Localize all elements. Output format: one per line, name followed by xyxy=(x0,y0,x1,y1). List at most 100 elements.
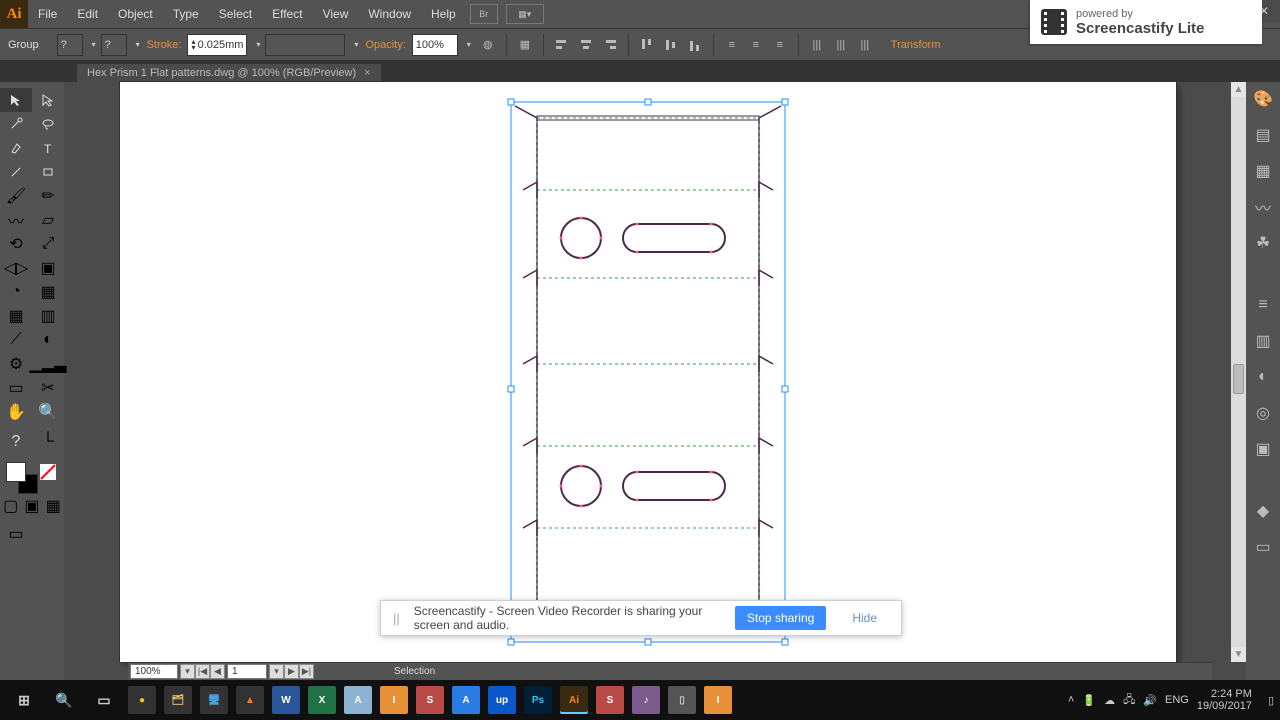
stroke-weight-menu-icon[interactable]: ▾ xyxy=(251,40,265,49)
action-center-icon[interactable]: ▯ xyxy=(1268,694,1274,707)
none-color-icon[interactable] xyxy=(40,464,56,480)
menu-help[interactable]: Help xyxy=(421,0,466,28)
arrange-docs-icon[interactable]: ▦▾ xyxy=(506,4,544,24)
appearance-panel-icon[interactable]: ◎ xyxy=(1252,402,1274,424)
taskbar-app-word[interactable]: W xyxy=(272,686,300,714)
gradient-panel-icon[interactable]: ▥ xyxy=(1252,330,1274,352)
type-tool[interactable]: T xyxy=(32,136,64,160)
dist-top-icon[interactable]: ≡ xyxy=(722,35,742,55)
brush-menu-icon[interactable]: ▾ xyxy=(349,40,363,49)
dist-vcenter-icon[interactable]: ≡ xyxy=(746,35,766,55)
eyedropper-tool[interactable]: ⟋ xyxy=(0,328,32,352)
magic-wand-tool[interactable] xyxy=(0,112,32,136)
paintbrush-tool[interactable]: 🖌 xyxy=(0,184,32,208)
tray-volume-icon[interactable]: 🔊 xyxy=(1143,694,1157,707)
taskbar-app-spotify[interactable]: S xyxy=(596,686,624,714)
tearoff-icon[interactable]: └ xyxy=(32,430,64,454)
transparency-panel-icon[interactable]: ◐ xyxy=(1252,366,1274,388)
draw-normal-icon[interactable]: ▢ xyxy=(0,494,21,518)
menu-edit[interactable]: Edit xyxy=(67,0,108,28)
screen-mode-icon[interactable]: ▭ xyxy=(0,522,32,546)
align-bottom-icon[interactable] xyxy=(685,35,705,55)
taskbar-app-photoshop[interactable]: Ps xyxy=(524,686,552,714)
tray-language[interactable]: ENG xyxy=(1165,694,1189,706)
graph-tool[interactable]: ▁▂▃ xyxy=(32,352,64,376)
dist-left-icon[interactable]: ||| xyxy=(807,35,827,55)
recolor-art-icon[interactable]: ◍ xyxy=(478,35,498,55)
blend-tool[interactable]: ◐ xyxy=(32,328,64,352)
taskbar-app-desktop[interactable]: 🖥 xyxy=(200,686,228,714)
stop-sharing-button[interactable]: Stop sharing xyxy=(735,606,826,630)
taskbar-app-inventor1[interactable]: I xyxy=(380,686,408,714)
eraser-tool[interactable]: ▱ xyxy=(32,208,64,232)
symbol-sprayer-tool[interactable]: ⚙ xyxy=(0,352,32,376)
fill-color-icon[interactable] xyxy=(6,462,26,482)
color-swatches[interactable] xyxy=(4,460,60,492)
menu-object[interactable]: Object xyxy=(108,0,163,28)
mesh-tool[interactable]: ▦ xyxy=(0,304,32,328)
zoom-level[interactable]: 100% xyxy=(130,664,178,679)
color-guide-panel-icon[interactable]: ▤ xyxy=(1252,124,1274,146)
stroke-weight-input[interactable]: ▴▾ 0.025mm xyxy=(187,34,247,56)
opacity-input[interactable]: 100% xyxy=(412,34,458,56)
rotate-tool[interactable]: ⟲ xyxy=(0,232,32,256)
gradient-tool[interactable]: ▥ xyxy=(32,304,64,328)
tab-close-icon[interactable]: × xyxy=(364,67,370,79)
line-tool[interactable] xyxy=(0,160,32,184)
pencil-tool[interactable]: ✏ xyxy=(32,184,64,208)
taskbar-app-up[interactable]: up xyxy=(488,686,516,714)
draw-behind-icon[interactable]: ▣ xyxy=(21,494,42,518)
taskbar-app-taskview[interactable]: ▭ xyxy=(84,680,124,720)
align-right-icon[interactable] xyxy=(600,35,620,55)
fill-swatch[interactable]: ? xyxy=(57,34,83,56)
free-transform-tool[interactable]: ▣ xyxy=(32,256,64,280)
direct-selection-tool[interactable] xyxy=(32,88,64,112)
canvas-area[interactable]: 100% ▾ |◀ ◀ 1 ▾ ▶ ▶| Selection xyxy=(64,82,1246,680)
scroll-up-icon[interactable]: ▲ xyxy=(1231,82,1246,97)
lasso-tool[interactable] xyxy=(32,112,64,136)
taskbar-app-explorer[interactable]: 🗂 xyxy=(164,686,192,714)
taskbar-app-illustrator[interactable]: Ai xyxy=(560,686,588,714)
color-panel-icon[interactable]: 🎨 xyxy=(1252,88,1274,110)
blob-brush-tool[interactable]: 〰 xyxy=(0,208,32,232)
opacity-menu-icon[interactable]: ▾ xyxy=(462,40,476,49)
artboard-number[interactable]: 1 xyxy=(227,664,267,679)
taskbar-app-excel[interactable]: X xyxy=(308,686,336,714)
brush-def[interactable] xyxy=(265,34,345,56)
tray-network-icon[interactable]: 🖧 xyxy=(1123,691,1135,710)
prev-artboard-button[interactable]: ◀ xyxy=(210,664,225,679)
tray-onedrive-icon[interactable]: ☁ xyxy=(1104,694,1115,707)
scroll-down-icon[interactable]: ▼ xyxy=(1231,647,1246,662)
menu-effect[interactable]: Effect xyxy=(262,0,312,28)
taskbar-app-inventor2[interactable]: I xyxy=(704,686,732,714)
dist-hcenter-icon[interactable]: ||| xyxy=(831,35,851,55)
symbols-panel-icon[interactable]: ☘ xyxy=(1252,232,1274,254)
tray-battery-icon[interactable]: 🔋 xyxy=(1082,694,1096,707)
shape-builder-tool[interactable]: ◔ xyxy=(0,280,32,304)
bridge-icon[interactable]: Br xyxy=(470,4,498,24)
first-artboard-button[interactable]: |◀ xyxy=(195,664,210,679)
fill-dropdown-icon[interactable]: ▾ xyxy=(87,40,101,49)
slice-tool[interactable]: ✂ xyxy=(32,376,64,400)
align-vcenter-icon[interactable] xyxy=(661,35,681,55)
perspective-tool[interactable]: ▦ xyxy=(32,280,64,304)
taskbar-app-sketchup1[interactable]: S xyxy=(416,686,444,714)
stroke-dropdown-icon[interactable]: ▾ xyxy=(131,40,145,49)
layers-panel-icon[interactable]: ◆ xyxy=(1252,500,1274,522)
pen-tool[interactable] xyxy=(0,136,32,160)
align-left-icon[interactable] xyxy=(552,35,572,55)
scroll-thumb[interactable] xyxy=(1233,364,1244,394)
menu-select[interactable]: Select xyxy=(209,0,262,28)
zoom-menu-icon[interactable]: ▾ xyxy=(180,664,195,679)
width-tool[interactable]: ◁▷ xyxy=(0,256,32,280)
artboard-tool[interactable]: ▭ xyxy=(0,376,32,400)
next-artboard-button[interactable]: ▶ xyxy=(284,664,299,679)
hand-tool[interactable]: ✋ xyxy=(0,400,32,424)
dist-bottom-icon[interactable]: ≡ xyxy=(770,35,790,55)
taskbar-app-start[interactable]: ⊞ xyxy=(4,680,44,720)
document-tab[interactable]: Hex Prism 1 Flat patterns.dwg @ 100% (RG… xyxy=(76,63,382,82)
taskbar-app-vlc[interactable]: ▲ xyxy=(236,686,264,714)
scale-tool[interactable]: ⤢ xyxy=(32,232,64,256)
stroke-swatch[interactable]: ? xyxy=(101,34,127,56)
taskbar-app-app2[interactable]: A xyxy=(452,686,480,714)
